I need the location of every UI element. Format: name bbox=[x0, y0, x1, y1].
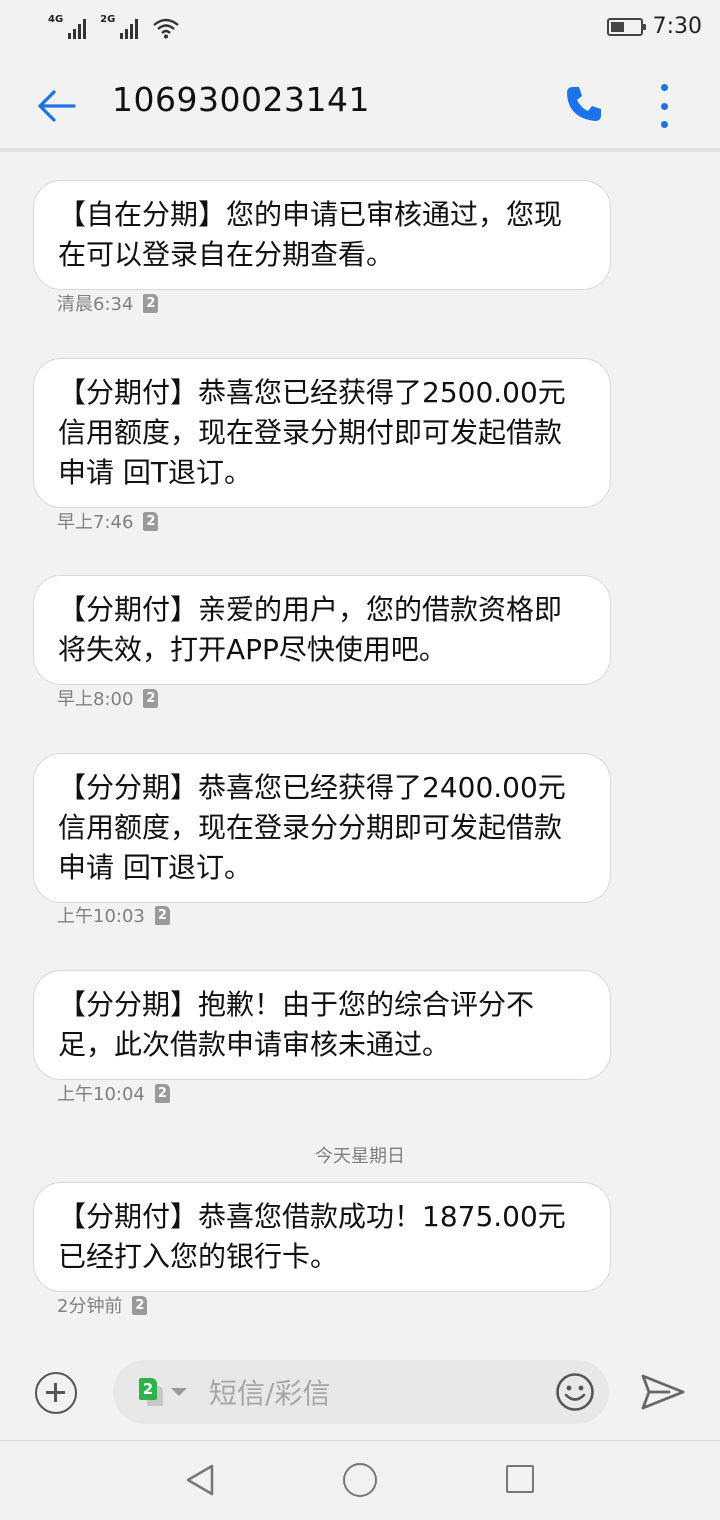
message-time: 早上7:46 bbox=[57, 512, 134, 533]
send-icon[interactable] bbox=[640, 1372, 686, 1412]
more-vert-icon[interactable] bbox=[652, 84, 676, 128]
composer: 2 短信/彩信 bbox=[0, 1352, 720, 1440]
sim-badge-icon: 2 bbox=[143, 688, 159, 708]
message-meta: 早上7:46 2 bbox=[57, 508, 159, 534]
system-nav-bar bbox=[0, 1440, 720, 1520]
message-meta: 上午10:04 2 bbox=[57, 1080, 170, 1106]
message-text: 【分期付】亲爱的用户，您的借款资格即将失效，打开APP尽快使用吧。 bbox=[58, 593, 563, 666]
signal-bars-icon bbox=[120, 17, 139, 39]
message-meta: 2分钟前 2 bbox=[57, 1292, 148, 1318]
message-bubble[interactable]: 【分期付】恭喜您借款成功！1875.00元已经打入您的银行卡。 bbox=[33, 1182, 611, 1292]
message-bubble[interactable]: 【分分期】抱歉！由于您的综合评分不足，此次借款申请审核未通过。 bbox=[33, 970, 611, 1080]
smiley-icon[interactable] bbox=[555, 1372, 595, 1412]
message-time: 上午10:03 bbox=[57, 906, 145, 927]
wifi-icon bbox=[153, 18, 180, 39]
date-separator: 今天星期日 bbox=[315, 1146, 405, 1167]
message-bubble[interactable]: 【自在分期】您的申请已审核通过，您现在可以登录自在分期查看。 bbox=[33, 180, 611, 290]
message-text: 【分期付】恭喜您借款成功！1875.00元已经打入您的银行卡。 bbox=[58, 1200, 566, 1273]
message-text: 【分分期】抱歉！由于您的综合评分不足，此次借款申请审核未通过。 bbox=[58, 988, 535, 1061]
sim-card-icon: 2 bbox=[139, 1378, 163, 1406]
sim2-network-label: 2G bbox=[100, 14, 116, 25]
sim1-signal: 4G bbox=[48, 14, 87, 39]
message-time: 2分钟前 bbox=[57, 1296, 123, 1317]
conversation-header: 106930023141 bbox=[0, 56, 720, 152]
conversation-title: 106930023141 bbox=[112, 80, 370, 119]
message-input[interactable]: 2 短信/彩信 bbox=[113, 1360, 609, 1424]
message-text: 【分期付】恭喜您已经获得了2500.00元信用额度，现在登录分期付即可发起借款申… bbox=[58, 376, 566, 489]
message-text: 【自在分期】您的申请已审核通过，您现在可以登录自在分期查看。 bbox=[58, 198, 563, 271]
battery-icon bbox=[606, 17, 646, 36]
sim-badge-icon: 2 bbox=[143, 511, 159, 531]
nav-home-icon[interactable] bbox=[343, 1463, 377, 1497]
sim-badge-icon: 2 bbox=[143, 293, 159, 313]
message-list[interactable]: 【自在分期】您的申请已审核通过，您现在可以登录自在分期查看。 清晨6:34 2 … bbox=[0, 152, 720, 1352]
status-bar: 4G 2G 7:30 bbox=[0, 0, 720, 56]
sim-selector[interactable]: 2 bbox=[139, 1378, 187, 1406]
nav-back-icon[interactable] bbox=[184, 1463, 216, 1497]
message-text: 【分分期】恭喜您已经获得了2400.00元信用额度，现在登录分分期即可发起借款申… bbox=[58, 771, 566, 884]
status-time: 7:30 bbox=[652, 14, 702, 39]
signal-indicators: 4G 2G bbox=[48, 14, 180, 39]
message-placeholder: 短信/彩信 bbox=[209, 1377, 331, 1410]
arrow-left-icon[interactable] bbox=[36, 86, 76, 126]
phone-icon[interactable] bbox=[564, 84, 604, 124]
message-bubble[interactable]: 【分期付】恭喜您已经获得了2500.00元信用额度，现在登录分期付即可发起借款申… bbox=[33, 358, 611, 508]
sim-badge-icon: 2 bbox=[132, 1295, 148, 1315]
nav-recents-icon[interactable] bbox=[506, 1465, 534, 1493]
message-time: 上午10:04 bbox=[57, 1084, 145, 1105]
sim-badge-icon: 2 bbox=[154, 905, 170, 925]
caret-down-icon bbox=[171, 1388, 187, 1396]
message-bubble[interactable]: 【分期付】亲爱的用户，您的借款资格即将失效，打开APP尽快使用吧。 bbox=[33, 575, 611, 685]
signal-bars-icon bbox=[68, 17, 87, 39]
plus-circle-icon[interactable] bbox=[35, 1372, 77, 1414]
sim1-network-label: 4G bbox=[48, 14, 64, 25]
sim-badge-icon: 2 bbox=[154, 1083, 170, 1103]
sim2-signal: 2G bbox=[100, 14, 139, 39]
message-meta: 早上8:00 2 bbox=[57, 685, 159, 711]
message-meta: 上午10:03 2 bbox=[57, 902, 170, 928]
message-time: 早上8:00 bbox=[57, 689, 134, 710]
message-time: 清晨6:34 bbox=[57, 294, 134, 315]
message-bubble[interactable]: 【分分期】恭喜您已经获得了2400.00元信用额度，现在登录分分期即可发起借款申… bbox=[33, 753, 611, 903]
message-meta: 清晨6:34 2 bbox=[57, 290, 159, 316]
